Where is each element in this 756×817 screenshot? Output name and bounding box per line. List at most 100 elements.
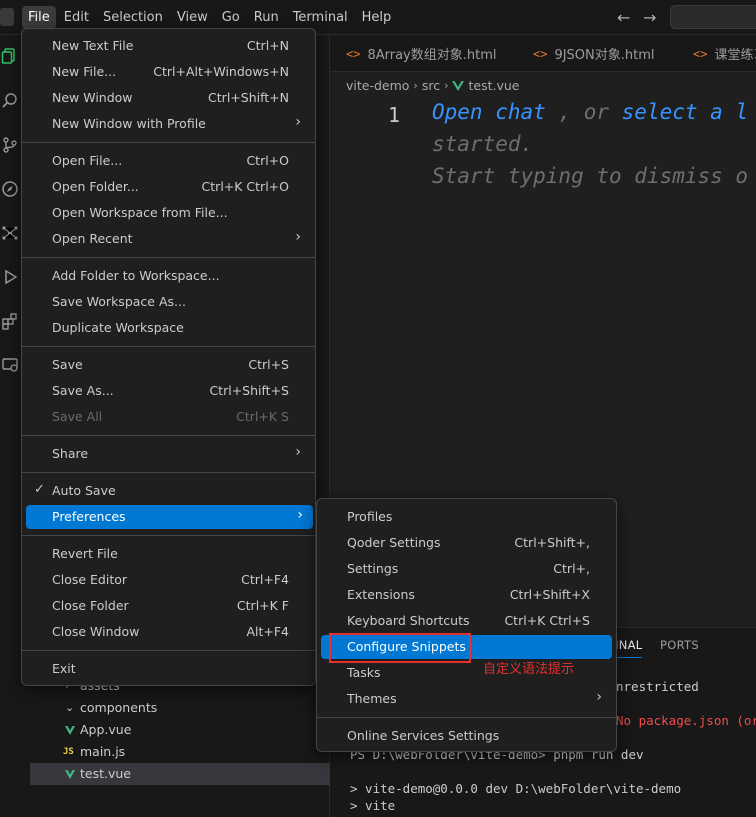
vue-file-icon	[65, 726, 75, 735]
chevron-down-icon: ⌄	[65, 701, 75, 714]
menu-item-save-workspace-as[interactable]: Save Workspace As...	[26, 290, 311, 314]
chevron-right-icon: ›	[295, 114, 301, 130]
chevron-right-icon: ›	[295, 444, 301, 460]
menu-separator	[317, 717, 616, 718]
menu-item-new-file[interactable]: New File... Ctrl+Alt+Windows+N	[26, 60, 311, 84]
terminal-line: > vite-demo@0.0.0 dev D:\webFolder\vite-…	[350, 781, 682, 796]
source-control-icon[interactable]	[0, 133, 20, 157]
open-chat-link[interactable]: Open chat	[432, 100, 546, 124]
menu-item-duplicate-workspace[interactable]: Duplicate Workspace	[26, 316, 311, 340]
menu-separator	[22, 472, 315, 473]
menu-item-themes[interactable]: Themes ›	[321, 687, 612, 711]
check-icon: ✓	[34, 482, 45, 497]
ghost-hint-line-2: started.	[432, 132, 534, 156]
menu-item-new-text-file[interactable]: New Text File Ctrl+N	[26, 34, 311, 58]
command-center-input[interactable]	[670, 5, 756, 29]
tab-8array[interactable]: <> 8Array数组对象.html	[346, 35, 496, 72]
tab-terminal[interactable]: INAL	[615, 638, 643, 658]
menu-item-close-window[interactable]: Close Window Alt+F4	[26, 620, 311, 644]
extensions-icon[interactable]	[0, 309, 20, 333]
menu-item-profiles[interactable]: Profiles	[321, 505, 612, 529]
menu-item-add-folder[interactable]: Add Folder to Workspace...	[26, 264, 311, 288]
tree-folder-components[interactable]: ⌄ components	[30, 697, 330, 719]
back-arrow-icon[interactable]: ←	[617, 8, 630, 27]
graph-icon[interactable]	[0, 221, 20, 245]
menu-go[interactable]: Go	[216, 6, 246, 29]
menu-item-new-window[interactable]: New Window Ctrl+Shift+N	[26, 86, 311, 110]
vue-file-icon	[452, 80, 465, 91]
tab-classwork[interactable]: <> 课堂练习	[693, 35, 756, 72]
menu-item-keyboard-shortcuts[interactable]: Keyboard Shortcuts Ctrl+K Ctrl+S	[321, 609, 612, 633]
menu-terminal[interactable]: Terminal	[287, 6, 354, 29]
menu-item-preferences[interactable]: Preferences ›	[26, 505, 313, 529]
breadcrumb-item[interactable]: src	[422, 78, 440, 93]
terminal-line: > vite	[350, 798, 396, 813]
html-icon: <>	[693, 46, 708, 61]
vue-file-icon	[65, 770, 75, 779]
html-icon: <>	[533, 46, 548, 61]
menu-item-save[interactable]: Save Ctrl+S	[26, 353, 311, 377]
chevron-right-icon: ›	[444, 79, 449, 92]
select-link[interactable]: select a l	[622, 100, 748, 124]
ghost-hint-line-3: Start typing to dismiss o	[432, 164, 749, 188]
html-icon: <>	[346, 46, 361, 61]
menu-item-online-services-settings[interactable]: Online Services Settings	[321, 724, 612, 748]
chevron-right-icon: ›	[413, 79, 418, 92]
menu-item-save-all: Save All Ctrl+K S	[52, 409, 289, 424]
terminal-line: nrestricted	[616, 679, 699, 694]
tab-ports[interactable]: PORTS	[660, 638, 699, 652]
menu-separator	[22, 535, 315, 536]
menu-item-open-folder[interactable]: Open Folder... Ctrl+K Ctrl+O	[26, 175, 311, 199]
app-icon	[0, 8, 14, 26]
menu-file[interactable]: File	[22, 6, 56, 29]
menu-help[interactable]: Help	[356, 6, 398, 29]
menu-separator	[22, 346, 315, 347]
activity-bar	[0, 35, 20, 817]
chevron-right-icon: ›	[596, 689, 602, 705]
menu-separator	[22, 650, 315, 651]
menu-item-revert-file[interactable]: Revert File	[26, 542, 311, 566]
menu-item-settings[interactable]: Settings Ctrl+,	[321, 557, 612, 581]
menu-item-qoder-settings[interactable]: Qoder Settings Ctrl+Shift+,	[321, 531, 612, 555]
annotation-label: 自定义语法提示	[483, 662, 575, 677]
run-debug-icon[interactable]	[0, 265, 20, 289]
menu-item-new-window-with-profile[interactable]: New Window with Profile ›	[26, 112, 311, 136]
menu-item-open-file[interactable]: Open File... Ctrl+O	[26, 149, 311, 173]
menu-edit[interactable]: Edit	[58, 6, 95, 29]
breadcrumb-item[interactable]: vite-demo	[346, 78, 409, 93]
file-menu: New Text File Ctrl+N New File... Ctrl+Alt+…	[21, 28, 316, 686]
preferences-submenu: Profiles Qoder Settings Ctrl+Shift+, Sett…	[316, 498, 617, 752]
menu-run[interactable]: Run	[248, 6, 285, 29]
menu-selection[interactable]: Selection	[97, 6, 169, 29]
line-number: 1	[388, 103, 401, 127]
chevron-right-icon: ›	[297, 507, 303, 523]
menu-item-open-recent[interactable]: Open Recent ›	[26, 227, 311, 251]
tree-file-test-vue[interactable]: test.vue	[30, 763, 330, 785]
menu-item-share[interactable]: Share ›	[26, 442, 311, 466]
breadcrumb-item[interactable]: test.vue	[468, 78, 519, 93]
menu-bar: File Edit Selection View Go Run Terminal…	[22, 6, 397, 29]
menu-separator	[22, 257, 315, 258]
explorer-icon[interactable]	[0, 44, 20, 68]
remote-explorer-icon[interactable]	[0, 353, 20, 377]
menu-item-save-as[interactable]: Save As... Ctrl+Shift+S	[26, 379, 311, 403]
forward-arrow-icon[interactable]: →	[643, 8, 656, 27]
menu-separator	[22, 142, 315, 143]
menu-view[interactable]: View	[171, 6, 214, 29]
menu-separator	[22, 435, 315, 436]
tree-file-app-vue[interactable]: App.vue	[30, 719, 330, 741]
menu-item-auto-save[interactable]: ✓ Auto Save	[26, 479, 311, 503]
js-file-icon: JS	[63, 747, 74, 757]
editor-tabs: <> 8Array数组对象.html <> 9JSON对象.html <> 课堂…	[330, 35, 756, 72]
menu-item-exit[interactable]: Exit	[26, 657, 311, 681]
search-icon[interactable]	[0, 89, 20, 113]
menu-item-open-workspace[interactable]: Open Workspace from File...	[26, 201, 311, 225]
tab-9json[interactable]: <> 9JSON对象.html	[533, 35, 655, 72]
terminal-error-line: No package.json (or	[616, 713, 756, 728]
compass-icon[interactable]	[0, 177, 20, 201]
menu-item-close-folder[interactable]: Close Folder Ctrl+K F	[26, 594, 311, 618]
tree-file-main-js[interactable]: JS main.js	[30, 741, 330, 763]
menu-item-close-editor[interactable]: Close Editor Ctrl+F4	[26, 568, 311, 592]
annotation-highlight-box	[329, 633, 471, 663]
menu-item-extensions[interactable]: Extensions Ctrl+Shift+X	[321, 583, 612, 607]
